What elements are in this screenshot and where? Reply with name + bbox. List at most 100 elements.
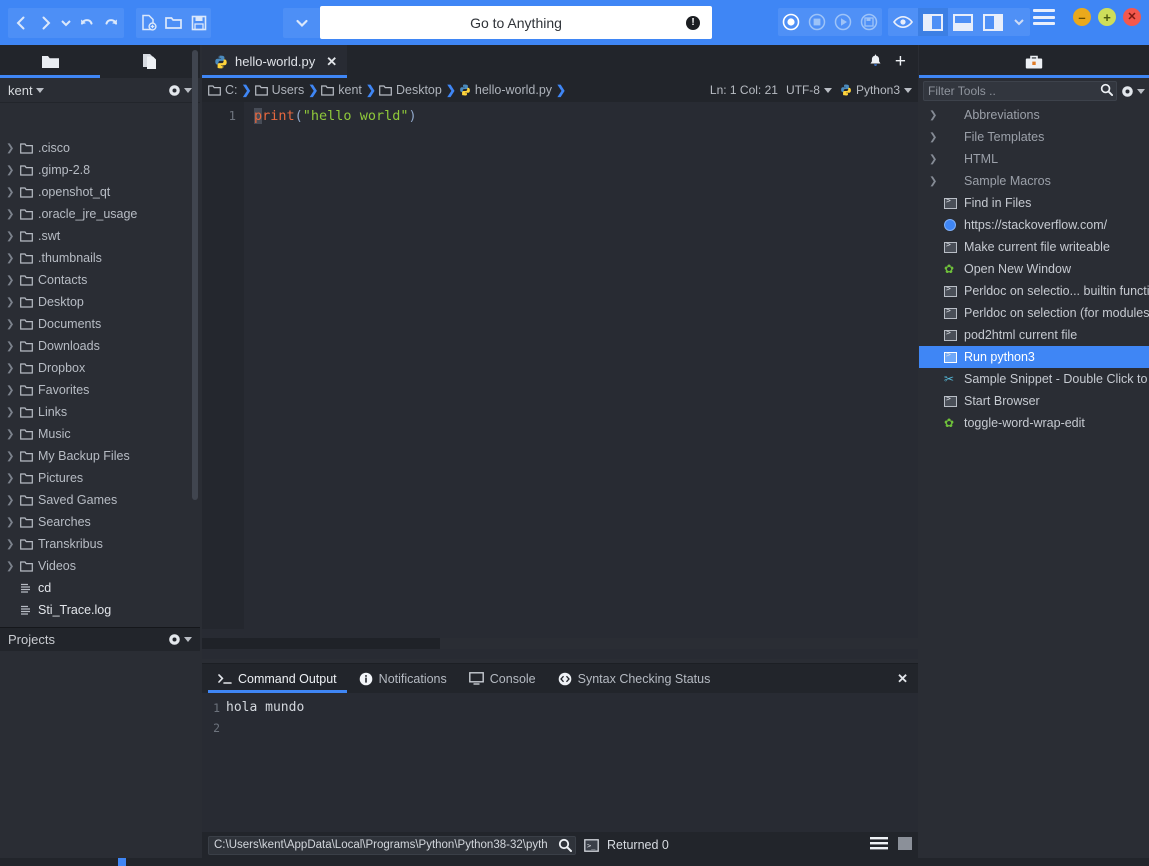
toolbar-dropdown-group[interactable]	[283, 8, 321, 38]
chevron-right-icon[interactable]: ❯	[929, 132, 939, 143]
file-tree-item[interactable]: ❯Searches	[0, 511, 200, 533]
tools-list-item[interactable]: Find in Files	[919, 192, 1149, 214]
sidebar-scrollbar[interactable]	[192, 50, 198, 500]
resize-handle[interactable]	[118, 858, 126, 866]
new-file-icon[interactable]	[136, 8, 161, 38]
chevron-right-icon[interactable]: ❯	[6, 187, 20, 198]
scrollbar-thumb[interactable]	[202, 638, 440, 649]
search-icon[interactable]	[558, 838, 572, 855]
language-dropdown[interactable]: Python3	[840, 83, 912, 97]
tools-list-item[interactable]: ✿toggle-word-wrap-edit	[919, 412, 1149, 434]
list-icon[interactable]	[870, 837, 888, 853]
close-button[interactable]: ✕	[1123, 8, 1141, 26]
file-tree-item[interactable]: ❯.cisco	[0, 137, 200, 159]
stop-icon[interactable]	[804, 8, 830, 36]
chevron-right-icon[interactable]: ❯	[6, 209, 20, 220]
tools-list-item[interactable]: ✿Open New Window	[919, 258, 1149, 280]
file-tree-item[interactable]: ❯.thumbnails	[0, 247, 200, 269]
chevron-right-icon[interactable]: ❯	[6, 363, 20, 374]
toggle-right-pane-icon[interactable]	[978, 8, 1008, 36]
tools-list-item[interactable]: ❯Sample Macros	[919, 170, 1149, 192]
chevron-right-icon[interactable]: ❯	[929, 110, 939, 121]
tools-list-item[interactable]: ✂Sample Snippet - Double Click to Insert	[919, 368, 1149, 390]
tools-list-item[interactable]: Start Browser	[919, 390, 1149, 412]
open-folder-icon[interactable]	[161, 8, 186, 38]
file-tree-item[interactable]: ❯Links	[0, 401, 200, 423]
tools-list-item[interactable]: Perldoc on selectio... builtin functions…	[919, 280, 1149, 302]
bottom-tab-command-output[interactable]: Command Output	[208, 664, 347, 693]
redo-icon[interactable]	[99, 8, 124, 38]
projects-header[interactable]: Projects	[0, 627, 200, 651]
file-tree[interactable]: ❯.cisco❯.gimp-2.8❯.openshot_qt❯.oracle_j…	[0, 137, 200, 619]
back-icon[interactable]	[8, 8, 33, 38]
tools-list-item[interactable]: Run python3	[919, 346, 1149, 368]
minimize-button[interactable]: –	[1073, 8, 1091, 26]
tools-list-item[interactable]: https://stackoverflow.com/	[919, 214, 1149, 236]
save-disk-icon[interactable]	[186, 8, 211, 38]
code-editor[interactable]: 1 print("hello world")	[202, 102, 918, 629]
chevron-right-icon[interactable]: ❯	[6, 495, 20, 506]
forward-icon[interactable]	[33, 8, 58, 38]
tools-list[interactable]: ❯Abbreviations❯File Templates❯HTML❯Sampl…	[919, 104, 1149, 858]
bottom-tab-notifications[interactable]: Notifications	[349, 664, 457, 693]
tools-list-item[interactable]: Make current file writeable	[919, 236, 1149, 258]
breadcrumb-item[interactable]: hello-world.py❯	[459, 83, 566, 97]
tools-list-item[interactable]: pod2html current file	[919, 324, 1149, 346]
editor-tab-hello-world[interactable]: hello-world.py ✕	[202, 45, 347, 78]
editor-horizontal-scrollbar[interactable]	[202, 638, 918, 649]
chevron-right-icon[interactable]: ❯	[6, 319, 20, 330]
file-tree-item[interactable]: ❯Documents	[0, 313, 200, 335]
breadcrumb-item[interactable]: kent❯	[321, 83, 376, 97]
file-tree-item[interactable]: ❯Favorites	[0, 379, 200, 401]
file-tree-item[interactable]: ❯Contacts	[0, 269, 200, 291]
chevron-right-icon[interactable]: ❯	[6, 231, 20, 242]
file-tree-item[interactable]: ❯Downloads	[0, 335, 200, 357]
chevron-right-icon[interactable]: ❯	[6, 165, 20, 176]
search-icon[interactable]	[1100, 83, 1113, 99]
chevron-right-icon[interactable]: ❯	[6, 253, 20, 264]
file-tree-item[interactable]: ❯.gimp-2.8	[0, 159, 200, 181]
tools-tab-toolbox[interactable]	[919, 45, 1149, 78]
chevron-right-icon[interactable]: ❯	[6, 429, 20, 440]
save-macro-icon[interactable]	[856, 8, 882, 36]
goto-anything-input[interactable]: Go to Anything !	[320, 6, 712, 39]
file-tree-item[interactable]: ❯Transkribus	[0, 533, 200, 555]
goto-anything-warning-icon[interactable]: !	[686, 16, 700, 30]
square-icon[interactable]	[898, 837, 912, 853]
editor-tab-close-icon[interactable]: ✕	[326, 54, 337, 70]
file-tree-item[interactable]: ❯Saved Games	[0, 489, 200, 511]
toolbar-chevron-down-icon[interactable]	[290, 8, 315, 38]
bottom-panel-close-icon[interactable]: ✕	[897, 671, 908, 687]
chevron-right-icon[interactable]: ❯	[6, 473, 20, 484]
toggle-bottom-pane-icon[interactable]	[948, 8, 978, 36]
eye-icon[interactable]	[888, 8, 918, 36]
tools-list-item[interactable]: ❯Abbreviations	[919, 104, 1149, 126]
file-tree-item[interactable]: cd	[0, 577, 200, 599]
file-tree-item[interactable]: ❯Videos	[0, 555, 200, 577]
chevron-right-icon[interactable]: ❯	[6, 517, 20, 528]
tools-list-item[interactable]: ❯File Templates	[919, 126, 1149, 148]
chevron-down-icon[interactable]	[58, 8, 74, 38]
breadcrumb-item[interactable]: Desktop❯	[379, 83, 456, 97]
projects-gear-menu[interactable]	[168, 633, 192, 646]
new-tab-icon[interactable]: +	[895, 52, 906, 71]
tools-list-item[interactable]: ❯HTML	[919, 148, 1149, 170]
chevron-right-icon[interactable]: ❯	[6, 275, 20, 286]
chevron-right-icon[interactable]: ❯	[929, 154, 939, 165]
sidebar-tab-open-files[interactable]	[100, 45, 200, 78]
toggle-left-pane-icon[interactable]	[918, 8, 948, 36]
file-tree-item[interactable]: ❯.oracle_jre_usage	[0, 203, 200, 225]
command-path-input[interactable]: C:\Users\kent\AppData\Local\Programs\Pyt…	[208, 836, 576, 855]
breadcrumb-item[interactable]: C:❯	[208, 83, 252, 97]
sidebar-gear-menu[interactable]	[168, 84, 192, 97]
sidebar-location-dropdown[interactable]: kent	[8, 83, 44, 98]
chevron-right-icon[interactable]: ❯	[6, 385, 20, 396]
file-tree-item[interactable]: ❯Music	[0, 423, 200, 445]
file-tree-item[interactable]: ❯Dropbox	[0, 357, 200, 379]
file-tree-item[interactable]: ❯My Backup Files	[0, 445, 200, 467]
chevron-right-icon[interactable]: ❯	[6, 143, 20, 154]
chevron-right-icon[interactable]: ❯	[929, 176, 939, 187]
sidebar-tab-places[interactable]	[0, 45, 100, 78]
record-icon[interactable]	[778, 8, 804, 36]
undo-icon[interactable]	[74, 8, 99, 38]
